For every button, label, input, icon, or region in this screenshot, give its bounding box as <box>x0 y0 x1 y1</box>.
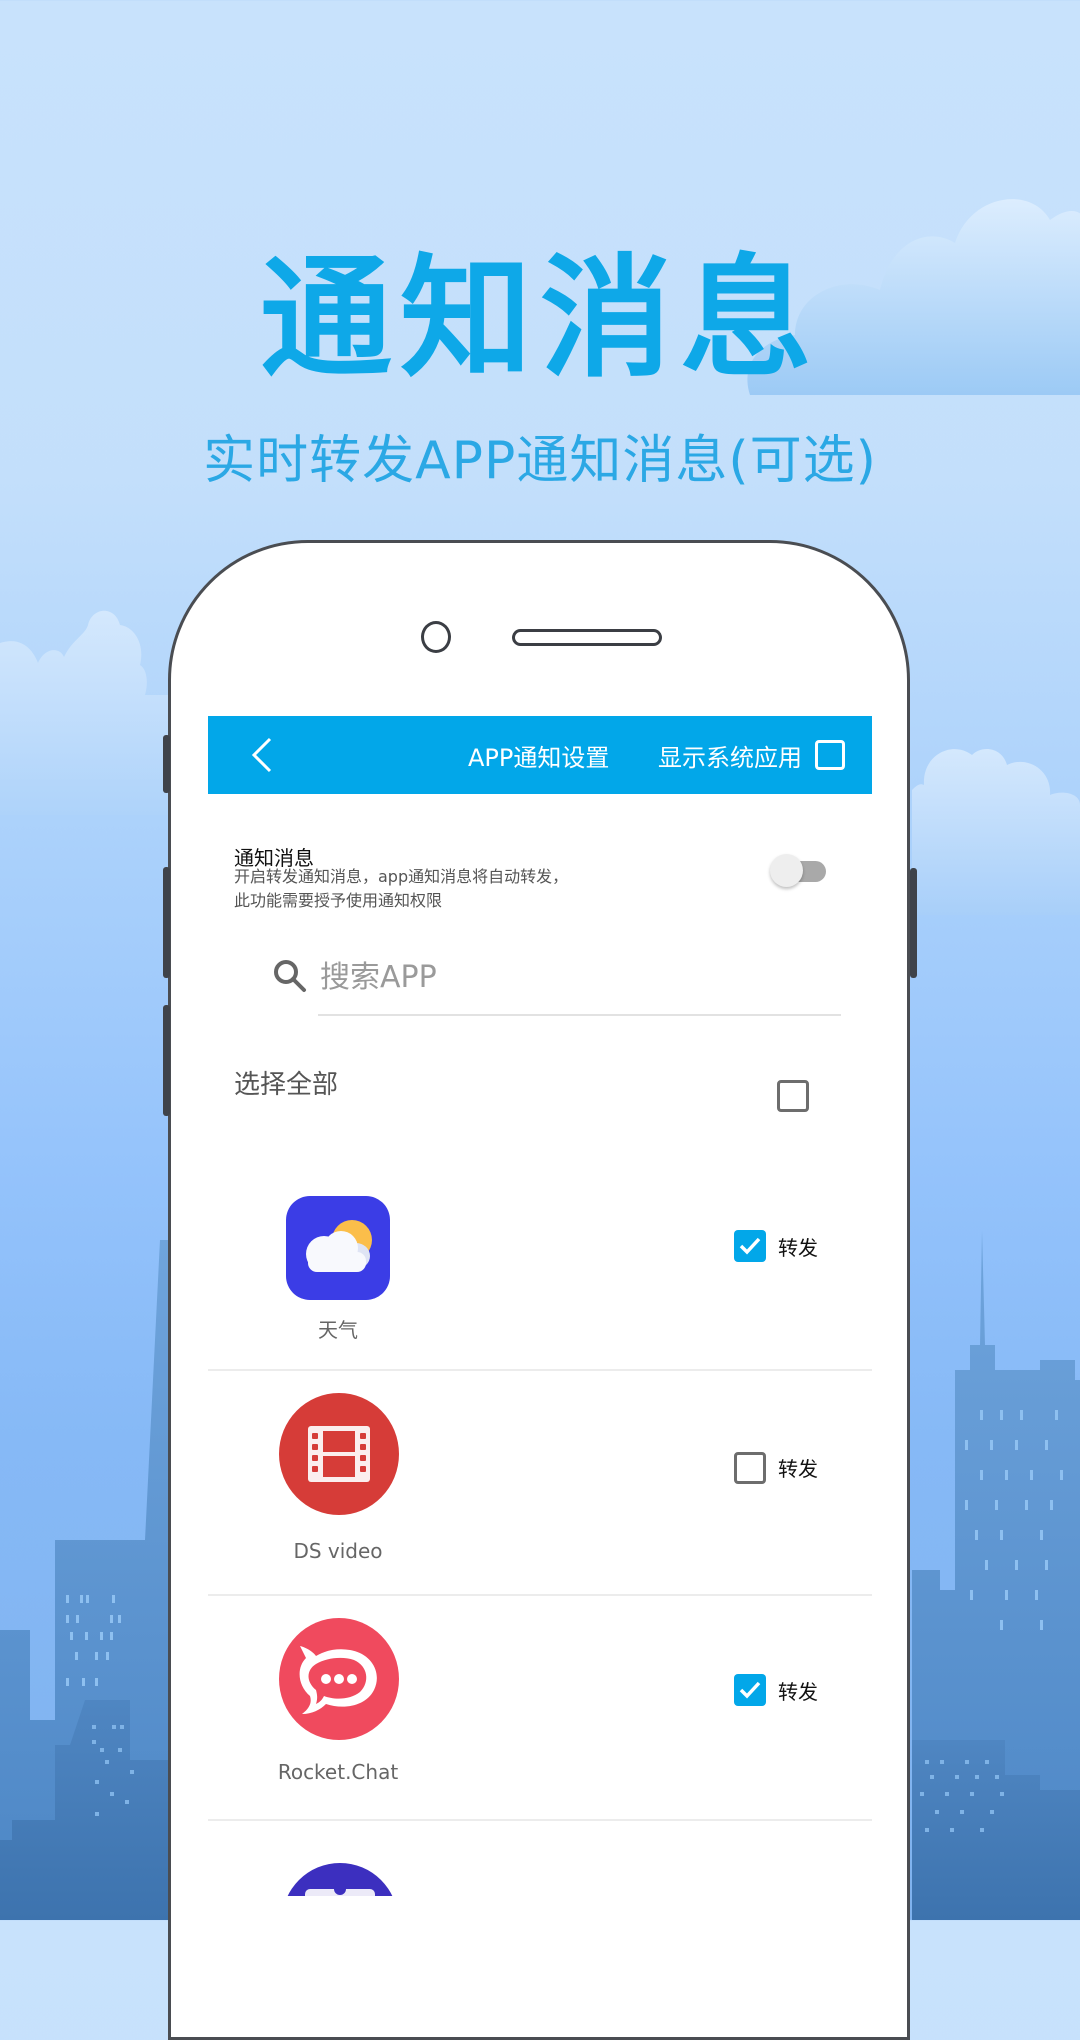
app-icon-partial <box>280 1861 400 1896</box>
app-list-item: Rocket.Chat 转发 <box>208 1596 872 1821</box>
forward-checkbox[interactable] <box>734 1674 766 1706</box>
phone-side-button <box>163 1005 170 1116</box>
phone-side-button <box>163 867 170 978</box>
phone-side-button <box>910 868 917 978</box>
app-icon-partial <box>287 1863 393 1896</box>
phone-speaker <box>512 629 662 646</box>
search-underline <box>318 1014 841 1016</box>
chevron-left-icon[interactable] <box>248 736 278 774</box>
notification-setting-description: 开启转发通知消息，app通知消息将自动转发， 此功能需要授予使用通知权限 <box>234 865 568 913</box>
forward-checkbox[interactable] <box>734 1452 766 1484</box>
film-icon <box>279 1393 399 1515</box>
select-all-label: 选择全部 <box>234 1070 339 1100</box>
cloud-decoration <box>912 749 1080 915</box>
promo-subheadline: 实时转发APP通知消息(可选) <box>203 431 877 491</box>
app-list-item <box>208 1821 872 1896</box>
checkmark-icon <box>739 1681 761 1699</box>
checkmark-icon <box>739 1237 761 1255</box>
description-line: 此功能需要授予使用通知权限 <box>234 891 443 910</box>
forward-label: 转发 <box>778 1680 818 1704</box>
forward-label: 转发 <box>778 1457 818 1481</box>
forward-checkbox[interactable] <box>734 1230 766 1262</box>
promo-headline: 通知消息 <box>260 242 820 396</box>
search-app-input[interactable] <box>320 952 830 1002</box>
description-line: 开启转发通知消息，app通知消息将自动转发， <box>234 867 569 886</box>
weather-icon <box>286 1196 390 1300</box>
phone-side-button <box>163 735 170 793</box>
phone-camera <box>421 621 451 653</box>
chat-bubble-icon <box>279 1618 399 1740</box>
notification-forward-toggle[interactable] <box>770 854 828 888</box>
app-list-item: 天气 转发 <box>208 1146 872 1371</box>
show-system-apps-checkbox[interactable] <box>815 740 845 770</box>
top-app-bar: APP通知设置 显示系统应用 <box>208 716 872 794</box>
search-icon <box>274 960 306 992</box>
app-name: Rocket.Chat <box>277 1760 399 1784</box>
app-screen: APP通知设置 显示系统应用 通知消息 开启转发通知消息，app通知消息将自动转… <box>208 716 872 1896</box>
select-all-checkbox[interactable] <box>777 1080 809 1112</box>
show-system-apps-label: 显示系统应用 <box>658 744 802 772</box>
app-list-item: DS video 转发 <box>208 1371 872 1596</box>
cloud-decoration <box>0 610 175 815</box>
forward-label: 转发 <box>778 1236 818 1260</box>
app-name: 天气 <box>318 1318 358 1342</box>
page-title: APP通知设置 <box>468 744 610 772</box>
app-name: DS video <box>293 1539 383 1563</box>
toggle-knob <box>770 854 803 887</box>
